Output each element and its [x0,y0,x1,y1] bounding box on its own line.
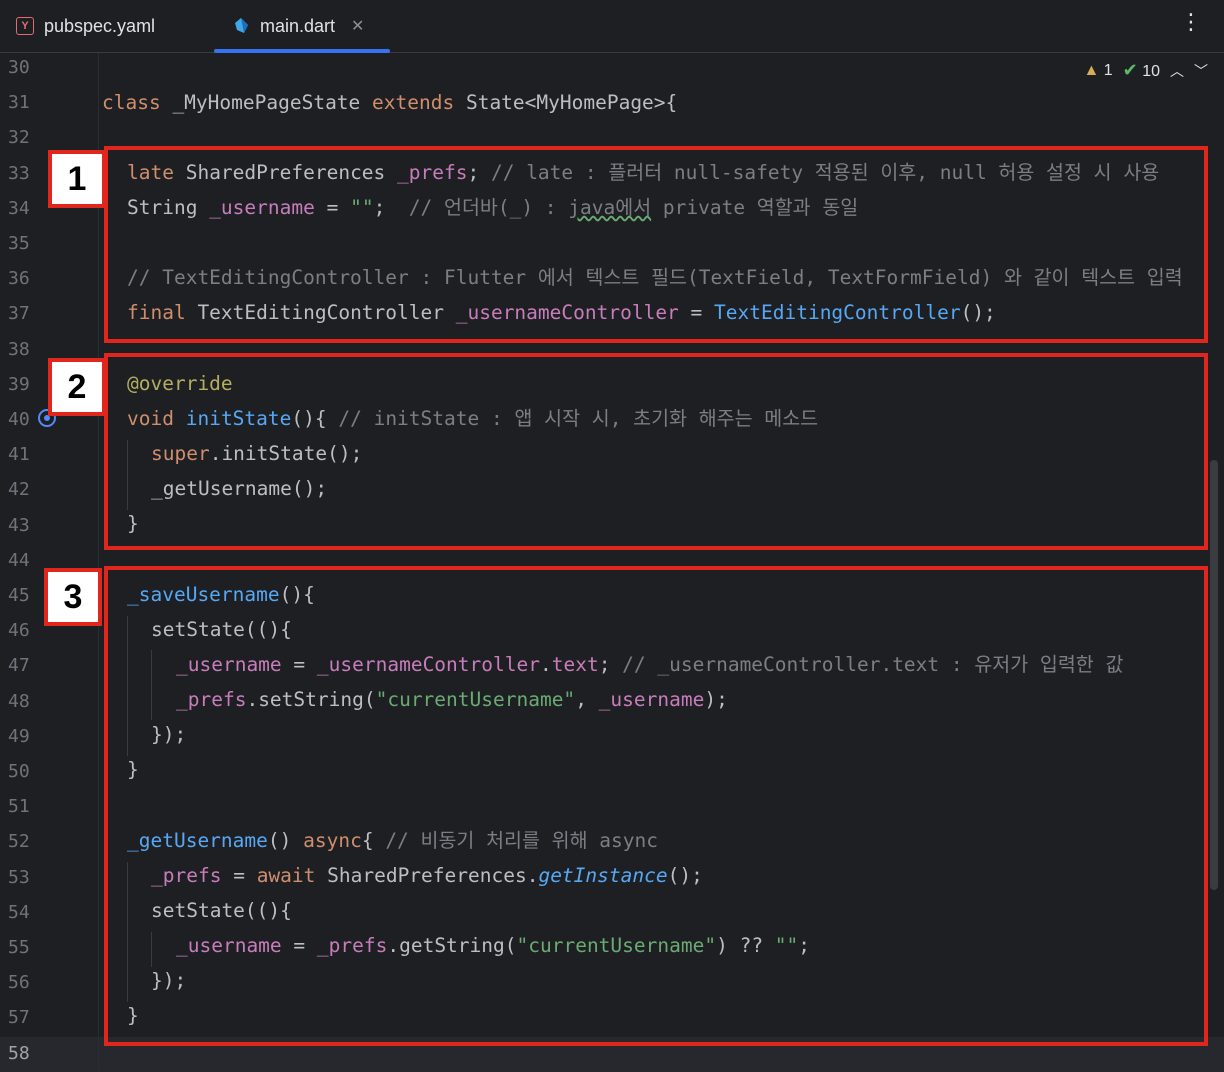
annotation-label-1: 1 [48,150,106,208]
line-number[interactable]: 36 [8,261,48,296]
inspection-widget[interactable]: ▲ 1 ✔ 10 ︿ ﹀ [1083,60,1208,81]
annotation-label-2: 2 [48,358,106,416]
line-number[interactable]: 42 [8,472,48,507]
close-icon[interactable]: ✕ [351,16,364,36]
annotation-label-3: 3 [44,568,102,626]
line-number[interactable]: 54 [8,895,48,930]
check-icon: ✔ [1122,60,1138,80]
weak-warning-count[interactable]: ✔ 10 [1123,60,1160,81]
highlight-box-1 [104,146,1208,343]
line-number[interactable]: 39 [8,367,48,402]
line-number[interactable]: 53 [8,860,48,895]
warning-icon: ▲ [1083,61,1100,79]
line-number[interactable]: 49 [8,719,48,754]
tab-label: main.dart [260,15,336,36]
line-number[interactable]: 35 [8,226,48,261]
yaml-file-icon: Y [16,17,34,35]
line-number[interactable]: 43 [8,508,48,543]
dart-file-icon [235,18,248,33]
line-number[interactable]: 51 [8,789,48,824]
line-number[interactable]: 31 [8,85,48,120]
line-number[interactable]: 56 [8,965,48,1000]
highlight-box-3 [104,566,1208,1046]
previous-highlight-icon[interactable]: ︿ [1170,61,1184,81]
line-number[interactable]: 58 [8,1036,48,1071]
line-number[interactable]: 30 [8,50,48,85]
line-number[interactable]: 50 [8,754,48,789]
line-number[interactable]: 44 [8,543,48,578]
line-number[interactable]: 46 [8,613,48,648]
editor-tab-bar: Y pubspec.yaml main.dart ✕ ⋮ [0,0,1224,53]
line-number[interactable]: 33 [8,156,48,191]
line-number[interactable]: 38 [8,332,48,367]
tab-main-dart[interactable]: main.dart ✕ [214,0,390,53]
line-number[interactable]: 55 [8,930,48,965]
line-number[interactable]: 52 [8,824,48,859]
next-highlight-icon[interactable]: ﹀ [1194,61,1208,81]
line-number[interactable]: 34 [8,191,48,226]
tab-label: pubspec.yaml [44,15,156,36]
warning-count[interactable]: ▲ 1 [1083,62,1112,80]
code-line-31[interactable]: class _MyHomePageState extends State<MyH… [102,85,677,120]
line-number[interactable]: 48 [8,684,48,719]
tab-pubspec-yaml[interactable]: Y pubspec.yaml [16,0,155,52]
line-number[interactable]: 41 [8,437,48,472]
highlight-box-2 [104,353,1208,550]
line-number[interactable]: 57 [8,1000,48,1035]
line-number[interactable]: 32 [8,120,48,155]
line-number[interactable]: 37 [8,296,48,331]
vertical-scrollbar[interactable] [1210,460,1218,890]
more-options-icon[interactable]: ⋮ [1180,12,1202,34]
line-number[interactable]: 45 [8,578,48,613]
line-number[interactable]: 47 [8,648,48,683]
